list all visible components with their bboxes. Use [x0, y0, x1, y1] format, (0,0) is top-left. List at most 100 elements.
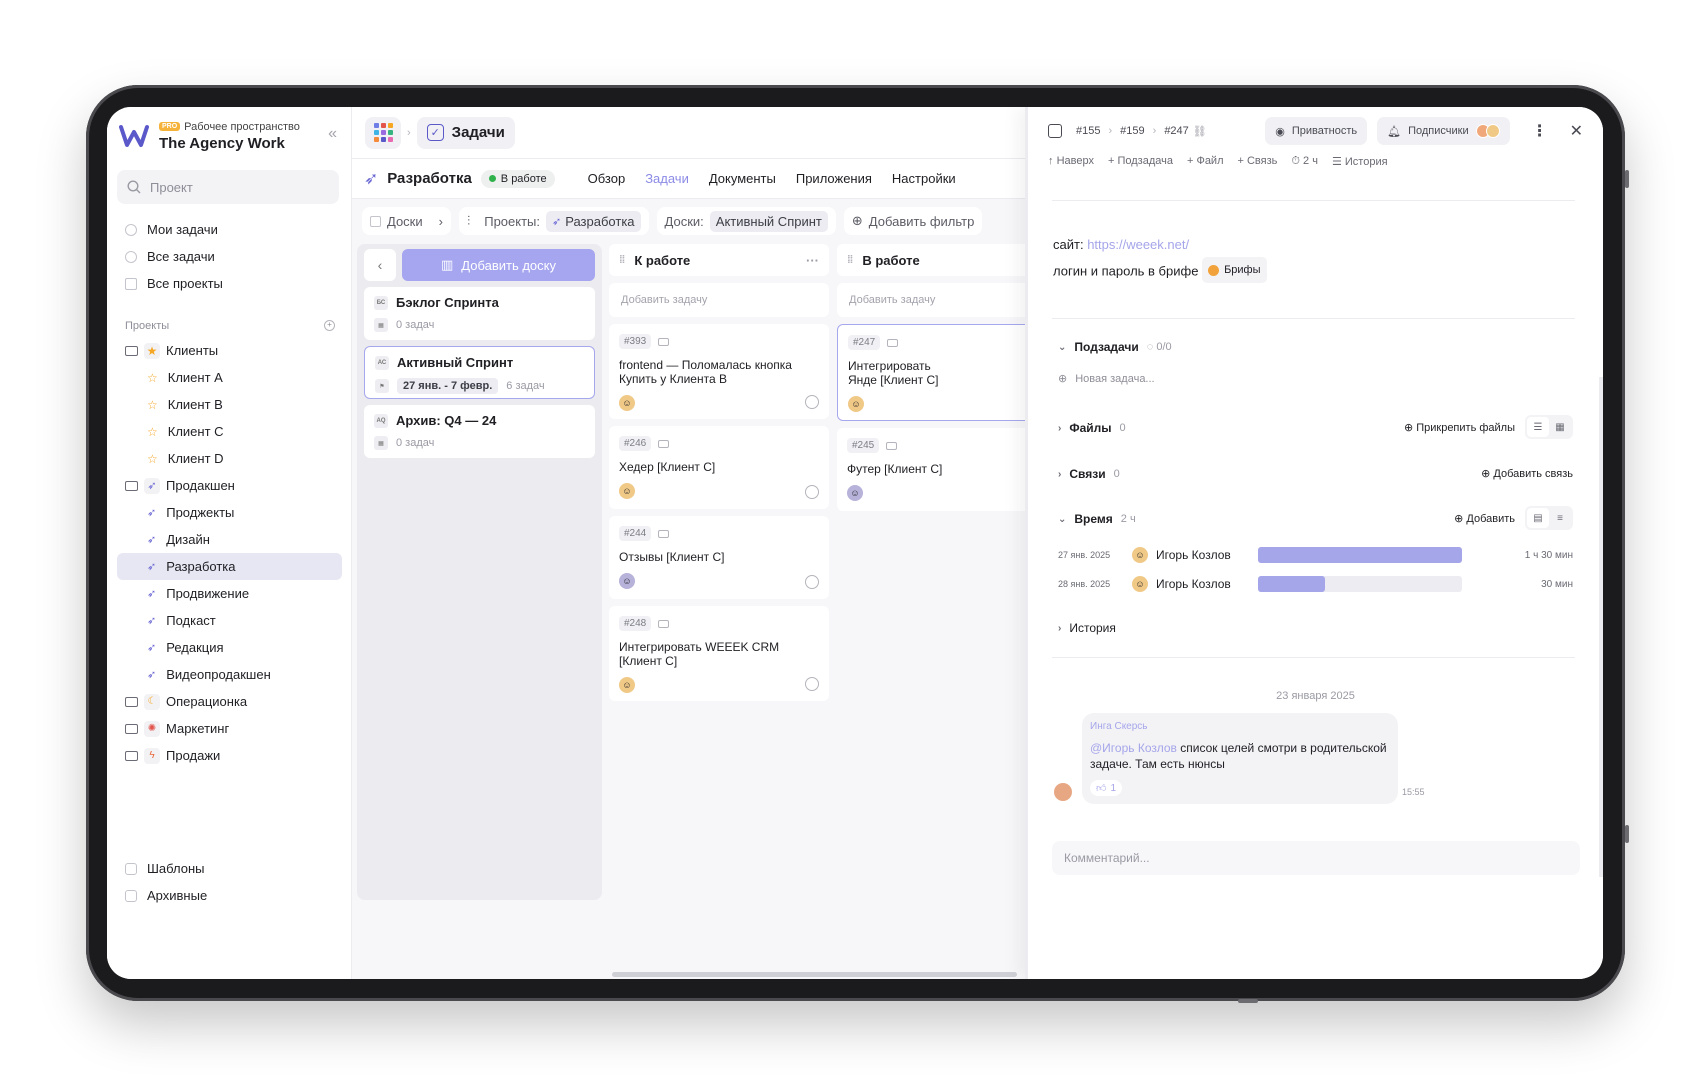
tab-overview[interactable]: Обзор [588, 171, 626, 186]
drag-handle-icon[interactable]: ⁞⁞ [619, 254, 625, 266]
project-projects[interactable]: ➶ Проджекты [117, 499, 342, 526]
close-icon[interactable]: ✕ [1570, 121, 1583, 141]
links-section[interactable]: › Связи 0 [1058, 467, 1120, 481]
bars-view-icon[interactable]: ▤ [1527, 508, 1549, 528]
files-section[interactable]: › Файлы 0 [1058, 421, 1126, 435]
comment-bubble[interactable]: Инга Скерсь @Игорь Козлов список целей с… [1082, 713, 1398, 804]
add-project-icon[interactable]: + [324, 320, 335, 331]
collapse-sidebar-icon[interactable]: « [328, 125, 337, 143]
action-subtask[interactable]: + Подзадача [1108, 155, 1173, 168]
desc-link[interactable]: https://weeek.net/ [1087, 237, 1189, 252]
group-label: Маркетинг [166, 721, 230, 736]
nav-all-tasks[interactable]: Все задачи [117, 243, 342, 270]
project-design[interactable]: ➶ Дизайн [117, 526, 342, 553]
history-section[interactable]: › История [1058, 621, 1116, 635]
add-task-input[interactable]: Добавить задачу [837, 283, 1025, 317]
task-card[interactable]: #248 Интегрировать WEEEK CRM [Клиент C] … [609, 606, 829, 701]
grid-view-icon[interactable]: ▦ [1549, 417, 1571, 437]
panel-layout-icon[interactable] [1048, 124, 1062, 138]
task-card-selected[interactable]: #247 Интегрировать Янде [Клиент C] ☺ [837, 324, 1025, 421]
group-sales[interactable]: ϟ Продажи [117, 742, 342, 769]
back-button[interactable]: ‹ [364, 249, 396, 281]
breadcrumb-task[interactable]: #247 [1164, 125, 1188, 137]
group-marketing[interactable]: ✺ Маркетинг [117, 715, 342, 742]
subscribers-button[interactable]: 🔔︎ Подписчики [1377, 117, 1510, 145]
apps-grid-button[interactable] [365, 116, 401, 149]
task-card[interactable]: #393 frontend — Поломалась кнопка Купить… [609, 324, 829, 419]
board-item[interactable]: АС Активный Спринт ⚑ 27 янв. - 7 февр. 6 за… [364, 346, 595, 399]
time-entry[interactable]: 28 янв. 2025 ☺ Игорь Козлов 30 мин [1058, 573, 1573, 595]
board-item[interactable]: БС Бэклог Спринта ▦ 0 задач [364, 287, 595, 340]
subtasks-section[interactable]: ⌄ Подзадачи ◌ 0/0 [1058, 340, 1172, 354]
breadcrumb-task[interactable]: #159 [1120, 125, 1144, 137]
complete-circle-icon[interactable] [805, 677, 819, 691]
brief-chip[interactable]: Брифы [1202, 257, 1267, 283]
new-subtask-input[interactable]: ⊕ Новая задача... [1058, 372, 1155, 386]
nav-templates[interactable]: Шаблоны [117, 855, 342, 882]
boards-toggle-button[interactable]: Доски › [362, 207, 451, 235]
privacy-button[interactable]: ◉ Приватность [1265, 117, 1368, 145]
comment-author[interactable]: Инга Скерсь [1090, 721, 1390, 732]
tab-tasks[interactable]: Задачи [645, 171, 689, 186]
breadcrumb-task[interactable]: #155 [1076, 125, 1100, 137]
project-promotion[interactable]: ➶ Продвижение [117, 580, 342, 607]
project-client-d[interactable]: ☆ Клиент D [117, 445, 342, 472]
group-production[interactable]: ➶ Продакшен [117, 472, 342, 499]
add-filter-button[interactable]: ⊕ Добавить фильтр [843, 207, 983, 235]
status-badge[interactable]: В работе [480, 169, 555, 188]
task-description[interactable]: сайт: https://weeek.net/ логин и пароль … [1053, 233, 1267, 284]
complete-circle-icon[interactable] [805, 395, 819, 409]
comment-mention[interactable]: @Игорь Козлов [1090, 741, 1177, 755]
time-section[interactable]: ⌄ Время 2 ч [1058, 512, 1136, 526]
tab-settings[interactable]: Настройки [892, 171, 956, 186]
tasks-section-button[interactable]: ✓ Задачи [416, 116, 515, 149]
action-history[interactable]: ☰ История [1332, 155, 1388, 168]
more-vertical-icon[interactable]: ⋮ [1532, 121, 1548, 141]
complete-circle-icon[interactable] [805, 485, 819, 499]
action-link[interactable]: + Связь [1238, 155, 1278, 168]
nav-archive[interactable]: Архивные [117, 882, 342, 909]
board-item[interactable]: AQ Архив: Q4 — 24 ▦ 0 задач [364, 405, 595, 458]
action-time[interactable]: ⏱ 2 ч [1291, 155, 1318, 168]
group-operations[interactable]: ☾ Операционка [117, 688, 342, 715]
column-header[interactable]: ⁞⁞ К работе ··· [609, 244, 829, 276]
project-search-input[interactable]: Проект [117, 170, 339, 204]
column-header[interactable]: ⁞⁞ В работе [837, 244, 1025, 276]
reaction-chip[interactable]: 👍︎ 1 [1090, 780, 1123, 796]
project-client-b[interactable]: ☆ Клиент B [117, 391, 342, 418]
add-board-button[interactable]: ▥ Добавить доску [402, 249, 595, 281]
add-task-input[interactable]: Добавить задачу [609, 283, 829, 317]
tab-apps[interactable]: Приложения [796, 171, 872, 186]
project-editorial[interactable]: ➶ Редакция [117, 634, 342, 661]
time-entry[interactable]: 27 янв. 2025 ☺ Игорь Козлов 1 ч 30 мин [1058, 544, 1573, 566]
task-card[interactable]: #245 Футер [Клиент C] ☺ [837, 428, 1025, 511]
more-horizontal-icon[interactable]: ··· [806, 253, 819, 268]
vertical-scrollbar[interactable] [1599, 377, 1603, 877]
workspace-switcher[interactable]: PRO Рабочее пространство The Agency Work [117, 116, 342, 156]
link-icon[interactable]: ⛓ [1193, 125, 1207, 138]
attach-files-button[interactable]: ⊕ Прикрепить файлы [1404, 421, 1515, 434]
task-card[interactable]: #246 Хедер [Клиент C] ☺ [609, 426, 829, 509]
project-client-a[interactable]: ☆ Клиент A [117, 364, 342, 391]
action-file[interactable]: + Файл [1187, 155, 1224, 168]
project-client-c[interactable]: ☆ Клиент C [117, 418, 342, 445]
horizontal-scrollbar[interactable] [612, 972, 1017, 977]
complete-circle-icon[interactable] [805, 575, 819, 589]
add-link-button[interactable]: ⊕ Добавить связь [1481, 467, 1573, 480]
project-development[interactable]: ➶ Разработка [117, 553, 342, 580]
project-podcast[interactable]: ➶ Подкаст [117, 607, 342, 634]
nav-my-tasks[interactable]: Мои задачи [117, 216, 342, 243]
nav-all-projects[interactable]: Все проекты [117, 270, 342, 297]
action-up[interactable]: ↑ Наверх [1048, 155, 1094, 168]
list-view-icon[interactable]: ≡ [1549, 508, 1571, 528]
boards-filter[interactable]: Доски: Активный Спринт [656, 207, 836, 235]
group-clients[interactable]: ★ Клиенты [117, 337, 342, 364]
project-video[interactable]: ➶ Видеопродакшен [117, 661, 342, 688]
drag-handle-icon[interactable]: ⁞⁞ [847, 254, 853, 266]
tab-documents[interactable]: Документы [709, 171, 776, 186]
projects-filter[interactable]: ⫶ Проекты: ➶ Разработка [458, 207, 649, 235]
list-view-icon[interactable]: ☰ [1527, 417, 1549, 437]
add-time-button[interactable]: ⊕ Добавить [1454, 512, 1515, 525]
comment-input[interactable]: Комментарий... [1052, 841, 1580, 875]
task-card[interactable]: #244 Отзывы [Клиент C] ☺ [609, 516, 829, 599]
